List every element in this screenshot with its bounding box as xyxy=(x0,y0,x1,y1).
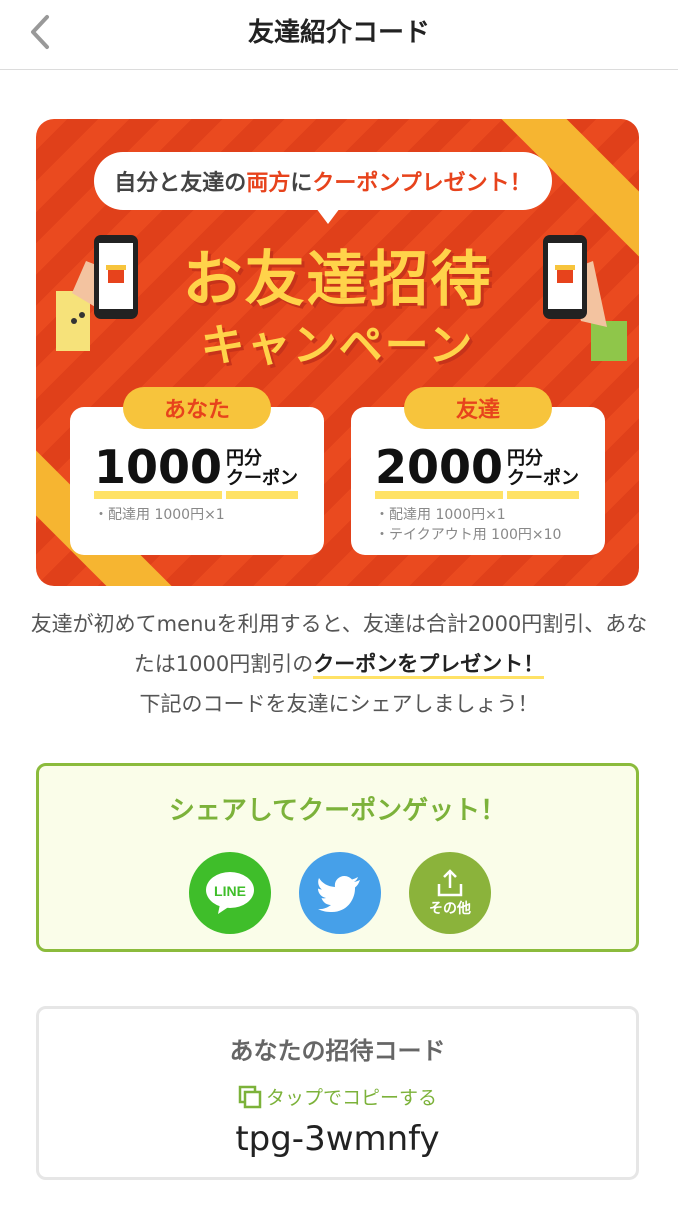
campaign-title: お友達招待 xyxy=(182,245,493,315)
line-icon: LINE xyxy=(206,872,254,914)
line-share-button[interactable]: LINE xyxy=(189,852,271,934)
other-share-label: その他 xyxy=(429,901,471,917)
description-emphasis: クーポンをプレゼント！ xyxy=(313,652,545,679)
bubble-text-emphasis: 両方 xyxy=(246,171,291,196)
description-text: 下記のコードを友達にシェアしましょう！ xyxy=(139,692,539,716)
coupon-value: 1000 xyxy=(94,443,223,499)
twitter-icon xyxy=(318,876,360,912)
coupon-unit-line: 円分 xyxy=(507,448,544,469)
coupon-unit: 円分 クーポン xyxy=(507,448,580,499)
coupon-unit-line: クーポン xyxy=(226,468,299,489)
coupon-unit-line: 円分 xyxy=(226,448,263,469)
coupon-tag: あなた xyxy=(123,387,271,429)
bubble-text: 自分と友達の xyxy=(114,171,247,196)
campaign-subtitle: キャンペーン xyxy=(200,320,475,371)
headline-bubble: 自分と友達の 両方にクーポンプレゼント！ xyxy=(94,152,552,224)
coupon-amount: 1000 円分 クーポン xyxy=(94,443,299,499)
coupon-note: ・配達用 1000円×1 ・テイクアウト用 100円×10 xyxy=(375,505,561,545)
page-title: 友達紹介コード xyxy=(247,18,430,48)
coupon-unit-line: クーポン xyxy=(507,468,580,489)
coupon-amount: 2000 円分 クーポン xyxy=(375,443,580,499)
share-icon xyxy=(437,869,463,897)
invite-code-panel: あなたの招待コード タップでコピーする tpg-3wmnfy xyxy=(36,1006,639,1180)
bubble-text: に xyxy=(290,171,313,196)
coupon-card-friend: 友達 2000 円分 クーポン ・配達用 1000円×1 ・テイクアウト用 10… xyxy=(351,387,605,555)
coupon-note-line: ・配達用 1000円×1 xyxy=(375,507,506,523)
copy-code-label: タップでコピーする xyxy=(265,1087,437,1109)
invite-code-value[interactable]: tpg-3wmnfy xyxy=(39,1119,636,1159)
coupon-note-line: ・テイクアウト用 100円×10 xyxy=(375,527,562,543)
copy-code-button[interactable]: タップでコピーする xyxy=(39,1083,636,1110)
share-panel: シェアしてクーポンゲット！ LINE その他 xyxy=(36,763,639,952)
bubble-text-emphasis: クーポンプレゼント！ xyxy=(312,171,532,196)
line-icon-text: LINE xyxy=(214,883,246,899)
share-heading: シェアしてクーポンゲット！ xyxy=(168,796,507,826)
copy-icon xyxy=(238,1085,262,1108)
coupon-note: ・配達用 1000円×1 xyxy=(94,505,225,525)
coupon-value: 2000 xyxy=(375,443,504,499)
invite-code-label: あなたの招待コード xyxy=(229,1037,446,1065)
other-share-button[interactable]: その他 xyxy=(409,852,491,934)
coupon-note-line: ・配達用 1000円×1 xyxy=(94,507,225,523)
coupon-unit: 円分 クーポン xyxy=(226,448,299,499)
coupon-tag: 友達 xyxy=(404,387,552,429)
nav-bar: 友達紹介コード xyxy=(0,0,678,70)
coupon-card-you: あなた 1000 円分 クーポン ・配達用 1000円×1 xyxy=(70,387,324,555)
twitter-share-button[interactable] xyxy=(299,852,381,934)
campaign-description: 友達が初めてmenuを利用すると、友達は合計2000円割引、あなたは1000円割… xyxy=(30,604,648,724)
campaign-banner: 自分と友達の 両方にクーポンプレゼント！ お友達招待 キャンペーン あなた 100… xyxy=(36,119,639,586)
